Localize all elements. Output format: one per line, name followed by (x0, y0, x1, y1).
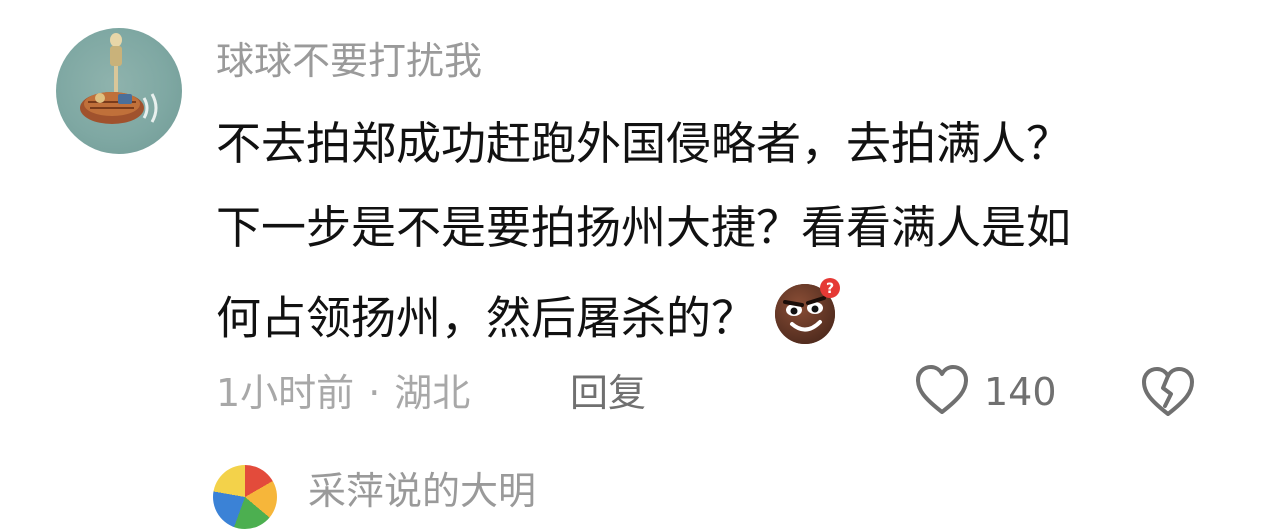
comment-text-line-2: 下一步是不是要拍扬州大捷？看看满人是如 (216, 201, 1072, 254)
comment-meta: 1小时前 · 湖北 (216, 368, 470, 418)
comment-location: 湖北 (394, 371, 471, 415)
comment-text-line-1: 不去拍郑成功赶跑外国侵略者，去拍满人？ (216, 117, 1072, 170)
avatar[interactable] (56, 28, 182, 154)
next-comment-avatar[interactable] (213, 465, 277, 529)
like-button[interactable]: 140 (914, 362, 1057, 422)
smirk-face-emoji-icon: ? (772, 276, 842, 361)
dislike-button[interactable] (1140, 364, 1196, 420)
comment-text-line-3-text: 何占领扬州，然后屠杀的？ (216, 291, 757, 345)
meta-separator: · (368, 371, 381, 415)
like-count: 140 (984, 370, 1057, 414)
comment-item: 球球不要打扰我 不去拍郑成功赶跑外国侵略者，去拍满人？ 下一步是不是要拍扬州大捷… (0, 0, 1264, 529)
comment-time: 1小时前 (216, 371, 355, 415)
comment-text-line-3: 何占领扬州，然后屠杀的？ ? (216, 278, 842, 361)
svg-text:?: ? (826, 281, 834, 297)
next-comment-username[interactable]: 采萍说的大明 (308, 466, 536, 516)
reply-button[interactable]: 回复 (570, 368, 646, 418)
heart-outline-icon (914, 364, 970, 420)
avatar-raft-image (80, 33, 158, 124)
broken-heart-icon (1140, 367, 1196, 422)
comment-username[interactable]: 球球不要打扰我 (216, 36, 482, 86)
